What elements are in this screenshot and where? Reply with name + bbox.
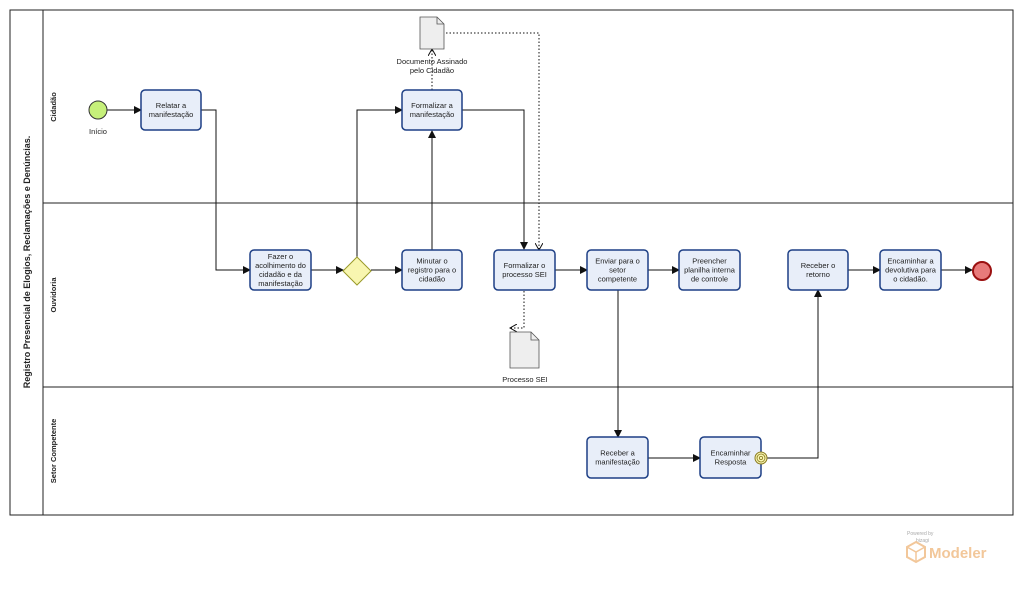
- task-label-line: retorno: [806, 270, 830, 279]
- task-label-line: manifestação: [258, 279, 303, 288]
- task-label-line: Enviar para o: [595, 257, 640, 266]
- task-label-line: setor: [609, 266, 626, 275]
- task-label-line: Formalizar o: [504, 261, 546, 270]
- bizagi-modeler-logo: Powered by bizagi Modeler: [906, 531, 987, 564]
- task-label-line: Receber a: [600, 449, 635, 458]
- document-label-line: Documento Assinado: [397, 57, 468, 66]
- start-event-label: Início: [89, 127, 107, 136]
- task-label-line: acolhimento do: [255, 261, 306, 270]
- lane-label-ouvidoria: Ouvidoria: [49, 277, 58, 313]
- task-label-line: cidadão: [419, 275, 445, 284]
- task-label-t11: Encaminhar Resposta: [710, 449, 751, 467]
- task-label-line: cidadão e da: [259, 270, 303, 279]
- task-label-line: competente: [598, 275, 637, 284]
- task-preencher-planilha[interactable]: Preencher planilha interna de controle: [678, 249, 741, 291]
- task-label-line: Relatar a: [156, 101, 187, 110]
- end-event[interactable]: [972, 261, 992, 281]
- task-label-line: planilha interna: [684, 266, 736, 275]
- task-label-line: Encaminhar a: [887, 257, 934, 266]
- task-encaminhar-resposta[interactable]: Encaminhar Resposta: [699, 436, 762, 479]
- task-label-line: Preencher: [692, 257, 727, 266]
- task-minutar-registro[interactable]: Minutar o registro para o cidadão: [401, 249, 463, 291]
- lane-label-cidadao: Cidadão: [49, 92, 58, 122]
- task-label-line: manifestação: [149, 110, 194, 119]
- task-formalizar-manifestacao[interactable]: Formalizar a manifestação: [401, 89, 463, 131]
- task-formalizar-processo-sei[interactable]: Formalizar o processo SEI: [493, 249, 556, 291]
- document-label-line: pelo Cidadão: [410, 66, 454, 75]
- task-label-line: de controle: [691, 275, 728, 284]
- task-label-line: manifestação: [595, 458, 640, 467]
- branding-powered: Powered by: [907, 531, 934, 537]
- task-label-line: manifestação: [410, 110, 455, 119]
- task-label-line: registro para o: [408, 266, 456, 275]
- task-label-line: Minutar o: [416, 257, 447, 266]
- task-label-t5: Formalizar o processo SEI: [502, 261, 547, 279]
- task-label-line: Encaminhar: [710, 449, 751, 458]
- document-label-line: Processo SEI: [502, 375, 547, 384]
- pool-title: Registro Presencial de Elogios, Reclamaç…: [22, 136, 32, 389]
- cube-icon: [906, 540, 926, 564]
- lane-label-setor: Setor Competente: [49, 419, 58, 484]
- intermediate-event[interactable]: [754, 451, 768, 465]
- document-label-d2: Processo SEI: [502, 375, 547, 384]
- process-diagram: Registro Presencial de Elogios, Reclamaç…: [9, 9, 1014, 564]
- branding-product: Modeler: [929, 545, 987, 562]
- task-label-line: Formalizar a: [411, 101, 454, 110]
- task-label-t2: Formalizar a manifestação: [410, 101, 455, 119]
- task-label-line: Resposta: [715, 458, 748, 467]
- start-event[interactable]: [88, 100, 108, 120]
- task-label-line: o cidadão.: [893, 275, 928, 284]
- task-label-line: devolutiva para: [885, 266, 937, 275]
- task-fazer-acolhimento[interactable]: Fazer o acolhimento do cidadão e da manifes…: [249, 249, 312, 291]
- task-label-line: processo SEI: [502, 270, 547, 279]
- task-label-line: Receber o: [801, 261, 836, 270]
- task-receber-retorno[interactable]: Receber o retorno: [787, 249, 849, 291]
- task-label-t10: Receber a manifestação: [595, 449, 640, 467]
- task-encaminhar-devolutiva[interactable]: Encaminhar a devolutiva para o cidadão.: [879, 249, 942, 291]
- task-enviar-setor[interactable]: Enviar para o setor competente: [586, 249, 649, 291]
- task-receber-manifestacao[interactable]: Receber a manifestação: [586, 436, 649, 479]
- task-label-line: Fazer o: [268, 252, 293, 261]
- task-relatar-manifestacao[interactable]: Relatar a manifestação: [140, 89, 202, 131]
